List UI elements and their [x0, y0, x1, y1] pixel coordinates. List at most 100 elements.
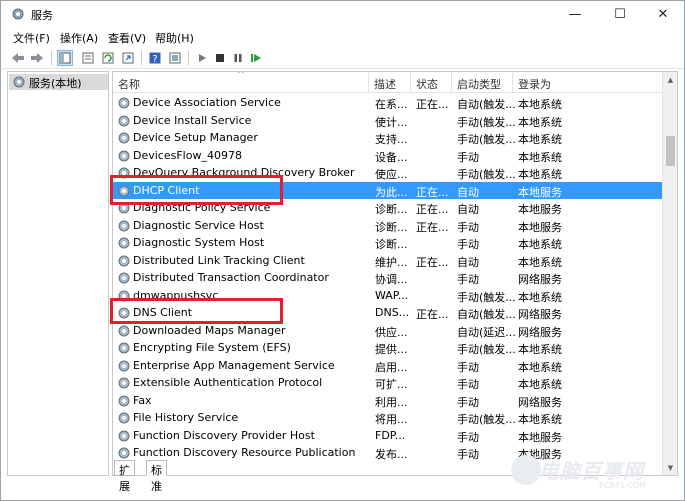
service-description: 诊断... — [375, 220, 408, 234]
service-description: WAP... — [375, 288, 409, 302]
service-startup-type: 手动 — [457, 378, 479, 391]
column-header-startup[interactable]: 启动类型 — [452, 72, 513, 93]
service-logon-as: 本地系统 — [518, 343, 562, 356]
menu-bar: 文件(F) 操作(A) 查看(V) 帮助(H) — [1, 27, 684, 47]
services-list: 名称 ^ 描述 状态 启动类型 登录为 Device Association S… — [112, 71, 678, 476]
service-startup-type: 手动 — [457, 150, 479, 164]
toolbar-divider — [188, 51, 189, 65]
tree-item-services-local[interactable]: 服务(本地) — [9, 74, 108, 90]
refresh-icon[interactable] — [100, 50, 116, 66]
start-icon[interactable] — [194, 50, 210, 66]
help-icon[interactable]: ? — [147, 50, 163, 66]
tree-item-label: 服务(本地) — [29, 77, 82, 90]
gear-icon — [118, 342, 130, 354]
service-name: Device Association Service — [133, 96, 281, 109]
restart-icon[interactable] — [248, 50, 264, 66]
scroll-thumb[interactable] — [666, 136, 675, 166]
service-logon-as: 本地服务 — [518, 220, 562, 234]
column-header-status[interactable]: 状态 — [411, 72, 452, 93]
table-row[interactable]: Distributed Transaction Coordinator 协调...… — [113, 269, 664, 287]
service-description: 供应... — [375, 325, 408, 339]
highlight-box-dns-client — [110, 298, 283, 324]
column-header-desc[interactable]: 描述 — [369, 72, 411, 93]
table-row[interactable]: Diagnostic Service Host 诊断... 正在... 手动 本地服务 — [113, 217, 664, 235]
menu-file[interactable]: 文件(F) — [13, 30, 50, 46]
table-row[interactable]: Encrypting File System (EFS) 提供... 手动(触发..… — [113, 339, 664, 357]
service-startup-type: 手动 — [457, 395, 479, 409]
service-startup-type: 手动(触发... — [457, 413, 515, 426]
service-name: Function Discovery Provider Host — [133, 428, 315, 442]
service-description: 使计... — [375, 115, 408, 129]
table-row[interactable]: Distributed Link Tracking Client 维护... 正在.… — [113, 252, 664, 270]
service-description: 发布... — [375, 448, 408, 461]
service-logon-as: 本地系统 — [518, 413, 562, 426]
table-row[interactable]: Device Setup Manager 支持... 手动(触发... 本地系统 — [113, 129, 664, 147]
service-name: Downloaded Maps Manager — [133, 323, 286, 337]
service-description: 支持... — [375, 133, 408, 146]
service-startup-type: 手动(触发... — [457, 168, 515, 181]
toolbar-divider — [141, 51, 142, 65]
service-startup-type: 自动(延迟... — [457, 325, 515, 339]
service-logon-as: 本地系统 — [518, 238, 562, 251]
pause-icon[interactable] — [230, 50, 246, 66]
view-icon[interactable] — [167, 50, 183, 66]
minimize-button[interactable]: — — [553, 1, 597, 27]
table-row[interactable]: Fax 利用... 手动 网络服务 — [113, 392, 664, 410]
close-button[interactable]: ✕ — [641, 1, 685, 27]
table-row[interactable]: Enterprise App Management Service 启用... 手动… — [113, 357, 664, 375]
table-row[interactable]: Extensible Authentication Protocol 可扩... 手… — [113, 374, 664, 392]
service-name: Encrypting File System (EFS) — [133, 341, 291, 354]
table-row[interactable]: DevicesFlow_40978 设备... 手动 本地系统 — [113, 147, 664, 165]
watermark: 电脑百事网 PC841.COM — [511, 453, 681, 493]
table-row[interactable]: File History Service 将用... 手动(触发... 本地系统 — [113, 409, 664, 427]
export-icon[interactable] — [120, 50, 136, 66]
back-icon[interactable] — [10, 50, 26, 66]
table-row[interactable]: Downloaded Maps Manager 供应... 自动(延迟... 网络服务 — [113, 322, 664, 340]
table-row[interactable]: Device Install Service 使计... 手动(触发... 本地系统 — [113, 112, 664, 130]
menu-help[interactable]: 帮助(H) — [155, 30, 194, 46]
service-description: 为此... — [375, 185, 408, 199]
scroll-up-icon[interactable]: ▲ — [663, 72, 677, 87]
gear-icon — [118, 255, 130, 266]
service-status: 正在... — [416, 185, 449, 199]
service-name: Fax — [133, 393, 152, 407]
console-tree-pane: 服务(本地) — [7, 71, 109, 476]
maximize-button[interactable]: ☐ — [598, 1, 642, 27]
stop-icon[interactable] — [212, 50, 228, 66]
properties-icon[interactable] — [80, 50, 96, 66]
gear-icon — [118, 237, 130, 249]
tab-standard[interactable]: 标准 — [146, 460, 167, 493]
forward-icon[interactable] — [29, 50, 45, 66]
services-window: 服务 — ☐ ✕ 文件(F) 操作(A) 查看(V) 帮助(H) ? 服务(本地… — [0, 0, 685, 501]
service-startup-type: 手动 — [457, 360, 479, 374]
service-logon-as: 本地服务 — [518, 430, 562, 444]
menu-view[interactable]: 查看(V) — [108, 30, 146, 46]
watermark-subtext: PC841.COM — [599, 481, 647, 490]
service-startup-type: 自动 — [457, 185, 479, 199]
service-status: 正在... — [416, 98, 449, 111]
title-bar: 服务 — ☐ ✕ — [1, 1, 684, 27]
service-description: 可扩... — [375, 378, 408, 391]
service-logon-as: 本地系统 — [518, 150, 562, 164]
gear-icon — [118, 430, 130, 441]
table-row[interactable]: Function Discovery Provider Host FDP... 手动… — [113, 427, 664, 445]
service-logon-as: 网络服务 — [518, 273, 562, 286]
service-name: Distributed Transaction Coordinator — [133, 271, 329, 284]
vertical-scrollbar[interactable]: ▲ ▼ — [662, 72, 677, 475]
service-status: 正在... — [416, 203, 449, 216]
console-tree-icon[interactable] — [57, 50, 73, 66]
service-name: Function Discovery Resource Publication — [133, 446, 356, 459]
service-startup-type: 手动 — [457, 220, 479, 234]
service-description: DNS... — [375, 306, 410, 319]
table-row[interactable]: Device Association Service 在系... 正在... 自动(触… — [113, 94, 664, 112]
toolbar-divider — [51, 51, 52, 65]
tab-extended[interactable]: 扩展 — [114, 460, 135, 493]
menu-action[interactable]: 操作(A) — [60, 30, 98, 46]
services-icon — [12, 8, 24, 20]
service-description: 利用... — [375, 395, 408, 409]
table-row[interactable]: Diagnostic System Host 诊断... 手动 本地系统 — [113, 234, 664, 252]
column-header-logon[interactable]: 登录为 — [513, 72, 664, 93]
column-header-name[interactable]: 名称 ^ — [113, 72, 369, 93]
toolbar: ? — [1, 47, 684, 69]
service-startup-type: 手动 — [457, 273, 479, 286]
